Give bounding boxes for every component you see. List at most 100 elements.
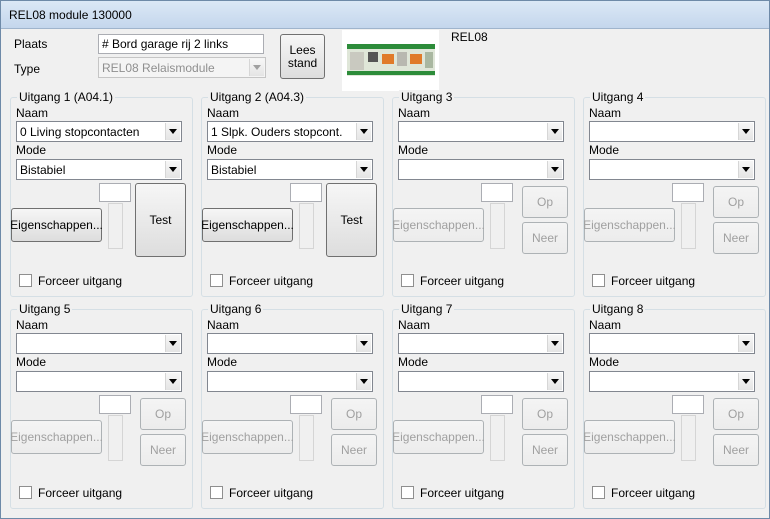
type-select-value: REL08 Relaismodule (102, 61, 215, 75)
plaats-field[interactable]: # Bord garage rij 2 links (98, 34, 264, 54)
naam-select[interactable] (398, 333, 564, 354)
mode-select[interactable]: Bistabiel (207, 159, 373, 180)
module-window: REL08 module 130000 Plaats # Bord garage… (0, 0, 770, 519)
neer-button[interactable]: Neer (713, 434, 759, 466)
test-button[interactable]: Test (135, 183, 186, 257)
naam-label: Naam (207, 106, 240, 120)
output-group-8: Uitgang 8 Naam Mode Eigenschappen... Op … (583, 302, 766, 509)
op-button[interactable]: Op (713, 398, 759, 430)
chevron-down-icon (547, 335, 562, 352)
chevron-down-icon (165, 123, 180, 140)
output-group-title: Uitgang 5 (17, 302, 73, 316)
output-group-title: Uitgang 8 (590, 302, 646, 316)
naam-select-value: 0 Living stopcontacten (20, 125, 140, 139)
forceer-checkbox[interactable] (592, 486, 605, 499)
mode-select[interactable] (16, 371, 182, 392)
level-slider[interactable] (299, 203, 314, 249)
eigenschappen-button[interactable]: Eigenschappen... (10, 420, 103, 454)
chevron-down-icon (738, 373, 753, 390)
eigenschappen-button[interactable]: Eigenschappen... (583, 208, 676, 242)
chevron-down-icon (356, 161, 371, 178)
value-display (672, 183, 704, 202)
neer-button[interactable]: Neer (140, 434, 186, 466)
naam-select[interactable]: 1 Slpk. Ouders stopcont. (207, 121, 373, 142)
title-bar[interactable]: REL08 module 130000 (1, 1, 769, 29)
eigenschappen-button[interactable]: Eigenschappen... (10, 208, 103, 242)
forceer-label: Forceer uitgang (611, 274, 696, 288)
mode-select[interactable] (207, 371, 373, 392)
output-group-1: Uitgang 1 (A04.1) Naam 0 Living stopcont… (10, 90, 193, 297)
level-slider[interactable] (108, 203, 123, 249)
neer-button[interactable]: Neer (331, 434, 377, 466)
mode-select-value: Bistabiel (20, 163, 66, 177)
eigenschappen-button[interactable]: Eigenschappen... (583, 420, 676, 454)
chevron-down-icon (249, 59, 264, 76)
output-group-2: Uitgang 2 (A04.3) Naam 1 Slpk. Ouders st… (201, 90, 384, 297)
forceer-checkbox[interactable] (210, 486, 223, 499)
op-button[interactable]: Op (331, 398, 377, 430)
naam-select[interactable] (398, 121, 564, 142)
naam-select[interactable] (589, 121, 755, 142)
value-display (290, 183, 322, 202)
level-slider[interactable] (299, 415, 314, 461)
naam-select[interactable] (16, 333, 182, 354)
op-button[interactable]: Op (140, 398, 186, 430)
mode-label: Mode (16, 143, 47, 157)
chevron-down-icon (547, 123, 562, 140)
eigenschappen-button[interactable]: Eigenschappen... (201, 208, 294, 242)
mode-select[interactable] (398, 371, 564, 392)
forceer-checkbox[interactable] (401, 274, 414, 287)
naam-select[interactable] (589, 333, 755, 354)
naam-select-value: 1 Slpk. Ouders stopcont. (211, 125, 343, 139)
chevron-down-icon (165, 161, 180, 178)
mode-select[interactable] (589, 371, 755, 392)
window-title: REL08 module 130000 (9, 8, 132, 22)
lees-stand-button[interactable]: Lees stand (280, 34, 325, 79)
mode-select[interactable] (589, 159, 755, 180)
output-group-3: Uitgang 3 Naam Mode Eigenschappen... Op … (392, 90, 575, 297)
forceer-checkbox[interactable] (210, 274, 223, 287)
op-button[interactable]: Op (522, 186, 568, 218)
forceer-checkbox[interactable] (401, 486, 414, 499)
naam-select[interactable]: 0 Living stopcontacten (16, 121, 182, 142)
forceer-checkbox[interactable] (19, 486, 32, 499)
level-slider[interactable] (490, 203, 505, 249)
neer-button[interactable]: Neer (522, 222, 568, 254)
mode-label: Mode (589, 143, 620, 157)
naam-label: Naam (398, 106, 431, 120)
naam-label: Naam (16, 106, 49, 120)
value-display (99, 183, 131, 202)
level-slider[interactable] (681, 203, 696, 249)
test-button[interactable]: Test (326, 183, 377, 257)
level-slider[interactable] (490, 415, 505, 461)
level-slider[interactable] (108, 415, 123, 461)
mode-select[interactable] (398, 159, 564, 180)
chevron-down-icon (165, 373, 180, 390)
naam-label: Naam (207, 318, 240, 332)
level-slider[interactable] (681, 415, 696, 461)
naam-label: Naam (16, 318, 49, 332)
neer-button[interactable]: Neer (713, 222, 759, 254)
type-select[interactable]: REL08 Relaismodule (98, 57, 266, 78)
plaats-label: Plaats (14, 37, 48, 51)
eigenschappen-button[interactable]: Eigenschappen... (201, 420, 294, 454)
module-name-label: REL08 (451, 30, 488, 44)
eigenschappen-button[interactable]: Eigenschappen... (392, 420, 485, 454)
forceer-label: Forceer uitgang (611, 486, 696, 500)
forceer-label: Forceer uitgang (420, 486, 505, 500)
mode-select[interactable]: Bistabiel (16, 159, 182, 180)
naam-select[interactable] (207, 333, 373, 354)
forceer-checkbox[interactable] (592, 274, 605, 287)
eigenschappen-button[interactable]: Eigenschappen... (392, 208, 485, 242)
chevron-down-icon (356, 123, 371, 140)
neer-button[interactable]: Neer (522, 434, 568, 466)
output-group-7: Uitgang 7 Naam Mode Eigenschappen... Op … (392, 302, 575, 509)
forceer-checkbox[interactable] (19, 274, 32, 287)
op-button[interactable]: Op (713, 186, 759, 218)
chevron-down-icon (738, 335, 753, 352)
mode-label: Mode (207, 143, 238, 157)
output-group-6: Uitgang 6 Naam Mode Eigenschappen... Op … (201, 302, 384, 509)
naam-label: Naam (589, 106, 622, 120)
op-button[interactable]: Op (522, 398, 568, 430)
forceer-label: Forceer uitgang (229, 486, 314, 500)
